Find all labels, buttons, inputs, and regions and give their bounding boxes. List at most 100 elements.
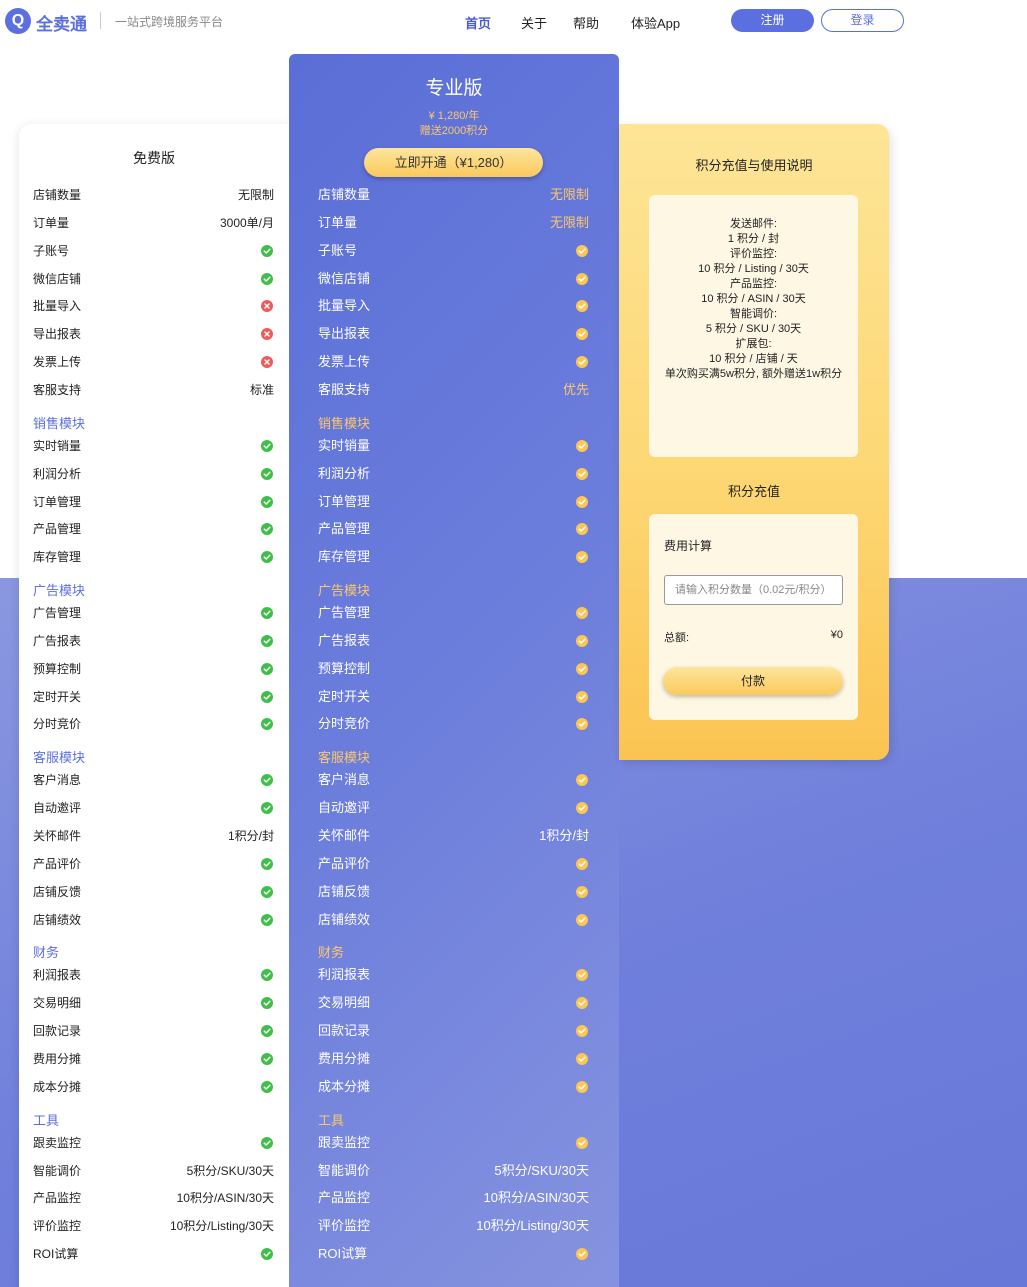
points-info-line: 10 积分 / Listing / 30天 xyxy=(698,263,809,275)
feature-row: 客服支持 优先 xyxy=(318,381,589,399)
check-icon xyxy=(261,634,273,647)
check-icon xyxy=(576,634,588,647)
feature-row: 库存管理 xyxy=(318,548,589,566)
feature-row: 广告管理 xyxy=(318,604,589,622)
points-quantity-input[interactable]: 请输入积分数量（0.02元/积分） xyxy=(664,575,843,605)
feature-row: 跟卖监控 xyxy=(33,1134,274,1152)
logo-text[interactable]: 全卖通 xyxy=(36,10,87,35)
check-icon xyxy=(576,439,588,452)
check-icon xyxy=(576,774,588,787)
feature-label: 定时开关 xyxy=(33,689,82,704)
feature-row: 关怀邮件 1积分/封 xyxy=(318,827,589,845)
pay-button[interactable]: 付款 xyxy=(663,667,843,695)
feature-label: 客户消息 xyxy=(33,773,82,788)
login-button[interactable]: 登录 xyxy=(821,9,904,32)
section-heading: 广告模块 xyxy=(33,583,86,599)
feature-label: 利润分析 xyxy=(33,466,82,481)
feature-label: 导出报表 xyxy=(318,326,371,342)
feature-label: 产品监控 xyxy=(33,1191,82,1206)
feature-value: 1积分/封 xyxy=(227,829,274,843)
check-icon xyxy=(261,690,273,703)
feature-row: 广告管理 xyxy=(33,604,274,622)
feature-value: 5积分/SKU/30天 xyxy=(186,1163,274,1178)
logo-icon[interactable]: Q xyxy=(5,8,31,34)
feature-label: 批量导入 xyxy=(33,299,82,314)
feature-label: 产品管理 xyxy=(33,522,82,537)
register-button[interactable]: 注册 xyxy=(731,9,814,32)
free-plan-card: 免费版 店铺数量 无限制 订单量 3000单/月 子账号 微信店铺 批量导入 导出报表 发票上传… xyxy=(19,124,289,1287)
section-heading: 销售模块 xyxy=(318,415,371,431)
feature-row: 费用分摊 xyxy=(33,1050,274,1068)
feature-label: 子账号 xyxy=(33,243,70,258)
feature-label: 跟卖监控 xyxy=(33,1135,82,1150)
feature-row: 导出报表 xyxy=(318,325,589,343)
subscribe-button[interactable]: 立即开通（¥1,280） xyxy=(364,148,543,177)
total-value: ¥0 xyxy=(830,629,843,641)
feature-row: ROI试算 xyxy=(33,1245,274,1263)
check-icon xyxy=(261,662,273,675)
points-info-box: 发送邮件: 1 积分 / 封评价监控: 10 积分 / Listing / 30天产… xyxy=(649,195,858,457)
section-heading: 工具 xyxy=(33,1112,60,1128)
feature-row: 预算控制 xyxy=(318,660,589,678)
points-info-line: 产品监控: xyxy=(729,278,778,290)
section-heading: 工具 xyxy=(318,1112,345,1128)
cross-icon xyxy=(261,300,273,313)
cross-icon xyxy=(261,356,273,369)
nav-home[interactable]: 首页 xyxy=(465,13,491,32)
points-title: 积分充值与使用说明 xyxy=(695,158,813,173)
feature-value: 无限制 xyxy=(237,188,274,202)
feature-row: 利润报表 xyxy=(33,966,274,984)
feature-value: 3000单/月 xyxy=(219,215,274,230)
feature-label: 广告报表 xyxy=(318,632,371,648)
feature-label: 利润报表 xyxy=(33,968,82,983)
feature-label: 关怀邮件 xyxy=(33,829,82,843)
points-card: 积分充值与使用说明 发送邮件: 1 积分 / 封评价监控: 10 积分 / List… xyxy=(619,124,889,760)
nav-app[interactable]: 体验App xyxy=(631,13,680,32)
nav-help[interactable]: 帮助 xyxy=(573,13,599,32)
feature-label: 交易明细 xyxy=(318,995,371,1011)
feature-label: 回款记录 xyxy=(318,1023,371,1039)
feature-row: 店铺反馈 xyxy=(318,883,589,901)
feature-label: 智能调价 xyxy=(33,1163,82,1178)
feature-label: 微信店铺 xyxy=(33,271,82,286)
feature-label: 广告管理 xyxy=(318,605,371,621)
feature-row: 微信店铺 xyxy=(33,270,274,288)
check-icon xyxy=(261,913,273,926)
recharge-box: 费用计算 请输入积分数量（0.02元/积分） 总额: ¥0 付款 xyxy=(649,514,858,720)
recharge-title: 积分充值 xyxy=(727,484,780,499)
total-label: 总额: xyxy=(664,632,690,644)
top-header: Q 全卖通 一站式跨境服务平台 首页 关于 帮助 体验App 注册 登录 xyxy=(0,0,1027,42)
pro-plan-bonus: 赠送2000积分 xyxy=(419,125,489,137)
feature-row: 评价监控 10积分/Listing/30天 xyxy=(33,1217,274,1235)
feature-label: 导出报表 xyxy=(33,327,82,342)
feature-row: 产品评价 xyxy=(318,855,589,873)
nav-about[interactable]: 关于 xyxy=(521,13,547,32)
check-icon xyxy=(261,1025,273,1038)
check-icon xyxy=(261,1248,273,1261)
feature-label: 评价监控 xyxy=(318,1218,371,1234)
feature-label: 库存管理 xyxy=(318,549,371,565)
feature-row: 关怀邮件 1积分/封 xyxy=(33,827,274,845)
feature-row: 广告报表 xyxy=(33,632,274,650)
feature-label: 订单管理 xyxy=(318,493,371,509)
feature-row: 定时开关 xyxy=(33,688,274,706)
feature-label: 发票上传 xyxy=(318,354,371,370)
feature-label: 实时销量 xyxy=(33,438,82,453)
check-icon xyxy=(576,997,588,1010)
feature-label: 分时竞价 xyxy=(318,716,371,732)
points-info-line: 10 积分 / ASIN / 30天 xyxy=(701,293,806,305)
feature-row: 客服支持 标准 xyxy=(33,381,274,399)
check-icon xyxy=(576,857,588,870)
feature-value: 10积分/Listing/30天 xyxy=(476,1218,589,1234)
check-icon xyxy=(576,913,588,926)
feature-row: 客户消息 xyxy=(33,771,274,789)
feature-row: 产品管理 xyxy=(33,520,274,538)
feature-row: 定时开关 xyxy=(318,688,589,706)
feature-row: 实时销量 xyxy=(318,437,589,455)
feature-label: 定时开关 xyxy=(318,688,371,704)
feature-label: 订单管理 xyxy=(33,494,82,509)
feature-row: 库存管理 xyxy=(33,548,274,566)
check-icon xyxy=(576,523,588,536)
feature-label: 智能调价 xyxy=(318,1162,371,1178)
check-icon xyxy=(576,300,588,313)
